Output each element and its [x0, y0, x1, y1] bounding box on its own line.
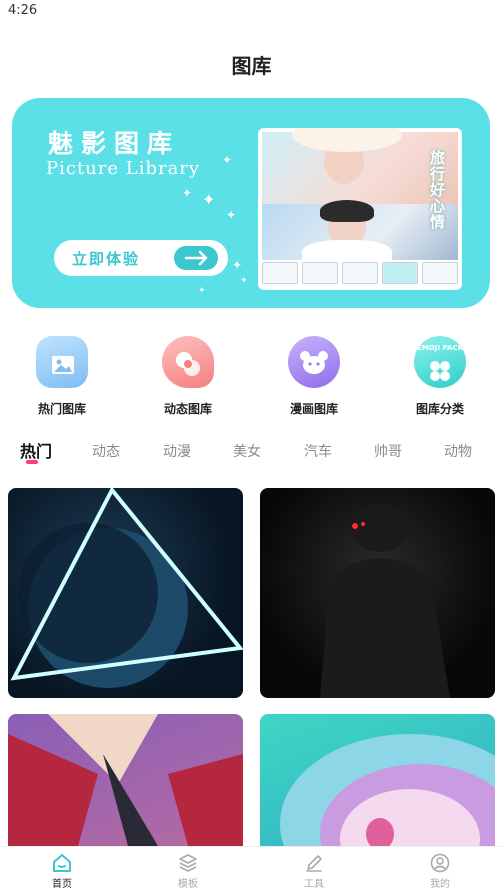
tab-car[interactable]: 汽车 — [304, 441, 332, 461]
tab-handsome[interactable]: 帅哥 — [374, 441, 402, 461]
category-label: 图库分类 — [415, 402, 464, 416]
category-comic[interactable]: 漫画图库 — [264, 336, 364, 417]
banner-subtitle: Picture Library — [46, 158, 201, 179]
emoji-pack-badge: EMOJI PACK — [417, 344, 463, 352]
promo-banner[interactable]: 魅影图库 Picture Library ✦ ✦ ✦ ✦ ✦ ✦ ✦ 立即体验 … — [12, 98, 490, 308]
emoji-pack-icon: EMOJI PACK — [414, 336, 466, 388]
image-icon — [36, 336, 88, 388]
home-icon — [53, 854, 71, 872]
tab-hot[interactable]: 热门 — [20, 438, 53, 464]
sparkle-icon: ✦ — [198, 286, 206, 296]
nav-label: 首页 — [52, 879, 72, 890]
banner-photo-bottom — [262, 200, 458, 270]
banner-photo-card: 旅行好心情 — [258, 128, 462, 290]
wallpaper-card[interactable] — [260, 488, 495, 698]
nav-mine[interactable]: 我的 — [410, 853, 470, 890]
arrow-right-icon — [174, 246, 218, 270]
category-dynamic[interactable]: 动态图库 — [138, 336, 238, 417]
nav-label: 我的 — [430, 879, 450, 890]
sparkle-icon: ✦ — [202, 190, 216, 209]
tab-anime[interactable]: 动漫 — [163, 441, 191, 461]
nav-templates[interactable]: 模板 — [158, 853, 218, 890]
bottom-nav: 首页 模板 工具 我的 — [0, 846, 503, 894]
category-classify[interactable]: EMOJI PACK 图库分类 — [390, 336, 490, 417]
sparkle-icon: ✦ — [222, 153, 233, 167]
tab-dynamic[interactable]: 动态 — [92, 441, 120, 461]
layers-icon — [179, 854, 197, 872]
sparkle-icon: ✦ — [182, 186, 193, 200]
nav-label: 工具 — [304, 879, 324, 890]
photo-thumbnail-strip — [262, 262, 458, 284]
category-hot[interactable]: 热门图库 — [12, 336, 112, 417]
banner-title: 魅影图库 — [48, 129, 181, 158]
tab-animal[interactable]: 动物 — [444, 441, 472, 461]
tab-beauty[interactable]: 美女 — [233, 441, 261, 461]
try-now-label: 立即体验 — [72, 250, 141, 268]
tab-label: 热门 — [20, 442, 53, 461]
category-label: 热门图库 — [37, 402, 86, 416]
nav-label: 模板 — [178, 879, 198, 890]
swirl-icon — [162, 336, 214, 388]
bear-icon — [288, 336, 340, 388]
user-icon — [430, 853, 450, 873]
status-time: 4:26 — [8, 3, 38, 18]
sparkle-icon: ✦ — [232, 258, 243, 272]
page-title: 图库 — [231, 54, 272, 78]
category-label: 漫画图库 — [289, 402, 338, 416]
nav-tools[interactable]: 工具 — [284, 853, 344, 890]
banner-photo-caption: 旅行好心情 — [430, 149, 446, 231]
banner-photo-top — [262, 128, 458, 204]
nav-home[interactable]: 首页 — [32, 853, 92, 890]
tab-indicator — [26, 460, 38, 464]
sparkle-icon: ✦ — [226, 208, 237, 222]
pencil-icon — [306, 855, 322, 872]
status-bar: 4:26 — [0, 0, 503, 24]
wallpaper-card[interactable] — [8, 488, 243, 698]
sparkle-icon: ✦ — [240, 276, 248, 286]
category-tabs: 热门 动态 动漫 美女 汽车 帅哥 动物 — [0, 438, 503, 468]
try-now-button[interactable]: 立即体验 — [54, 240, 228, 276]
category-label: 动态图库 — [163, 402, 212, 416]
